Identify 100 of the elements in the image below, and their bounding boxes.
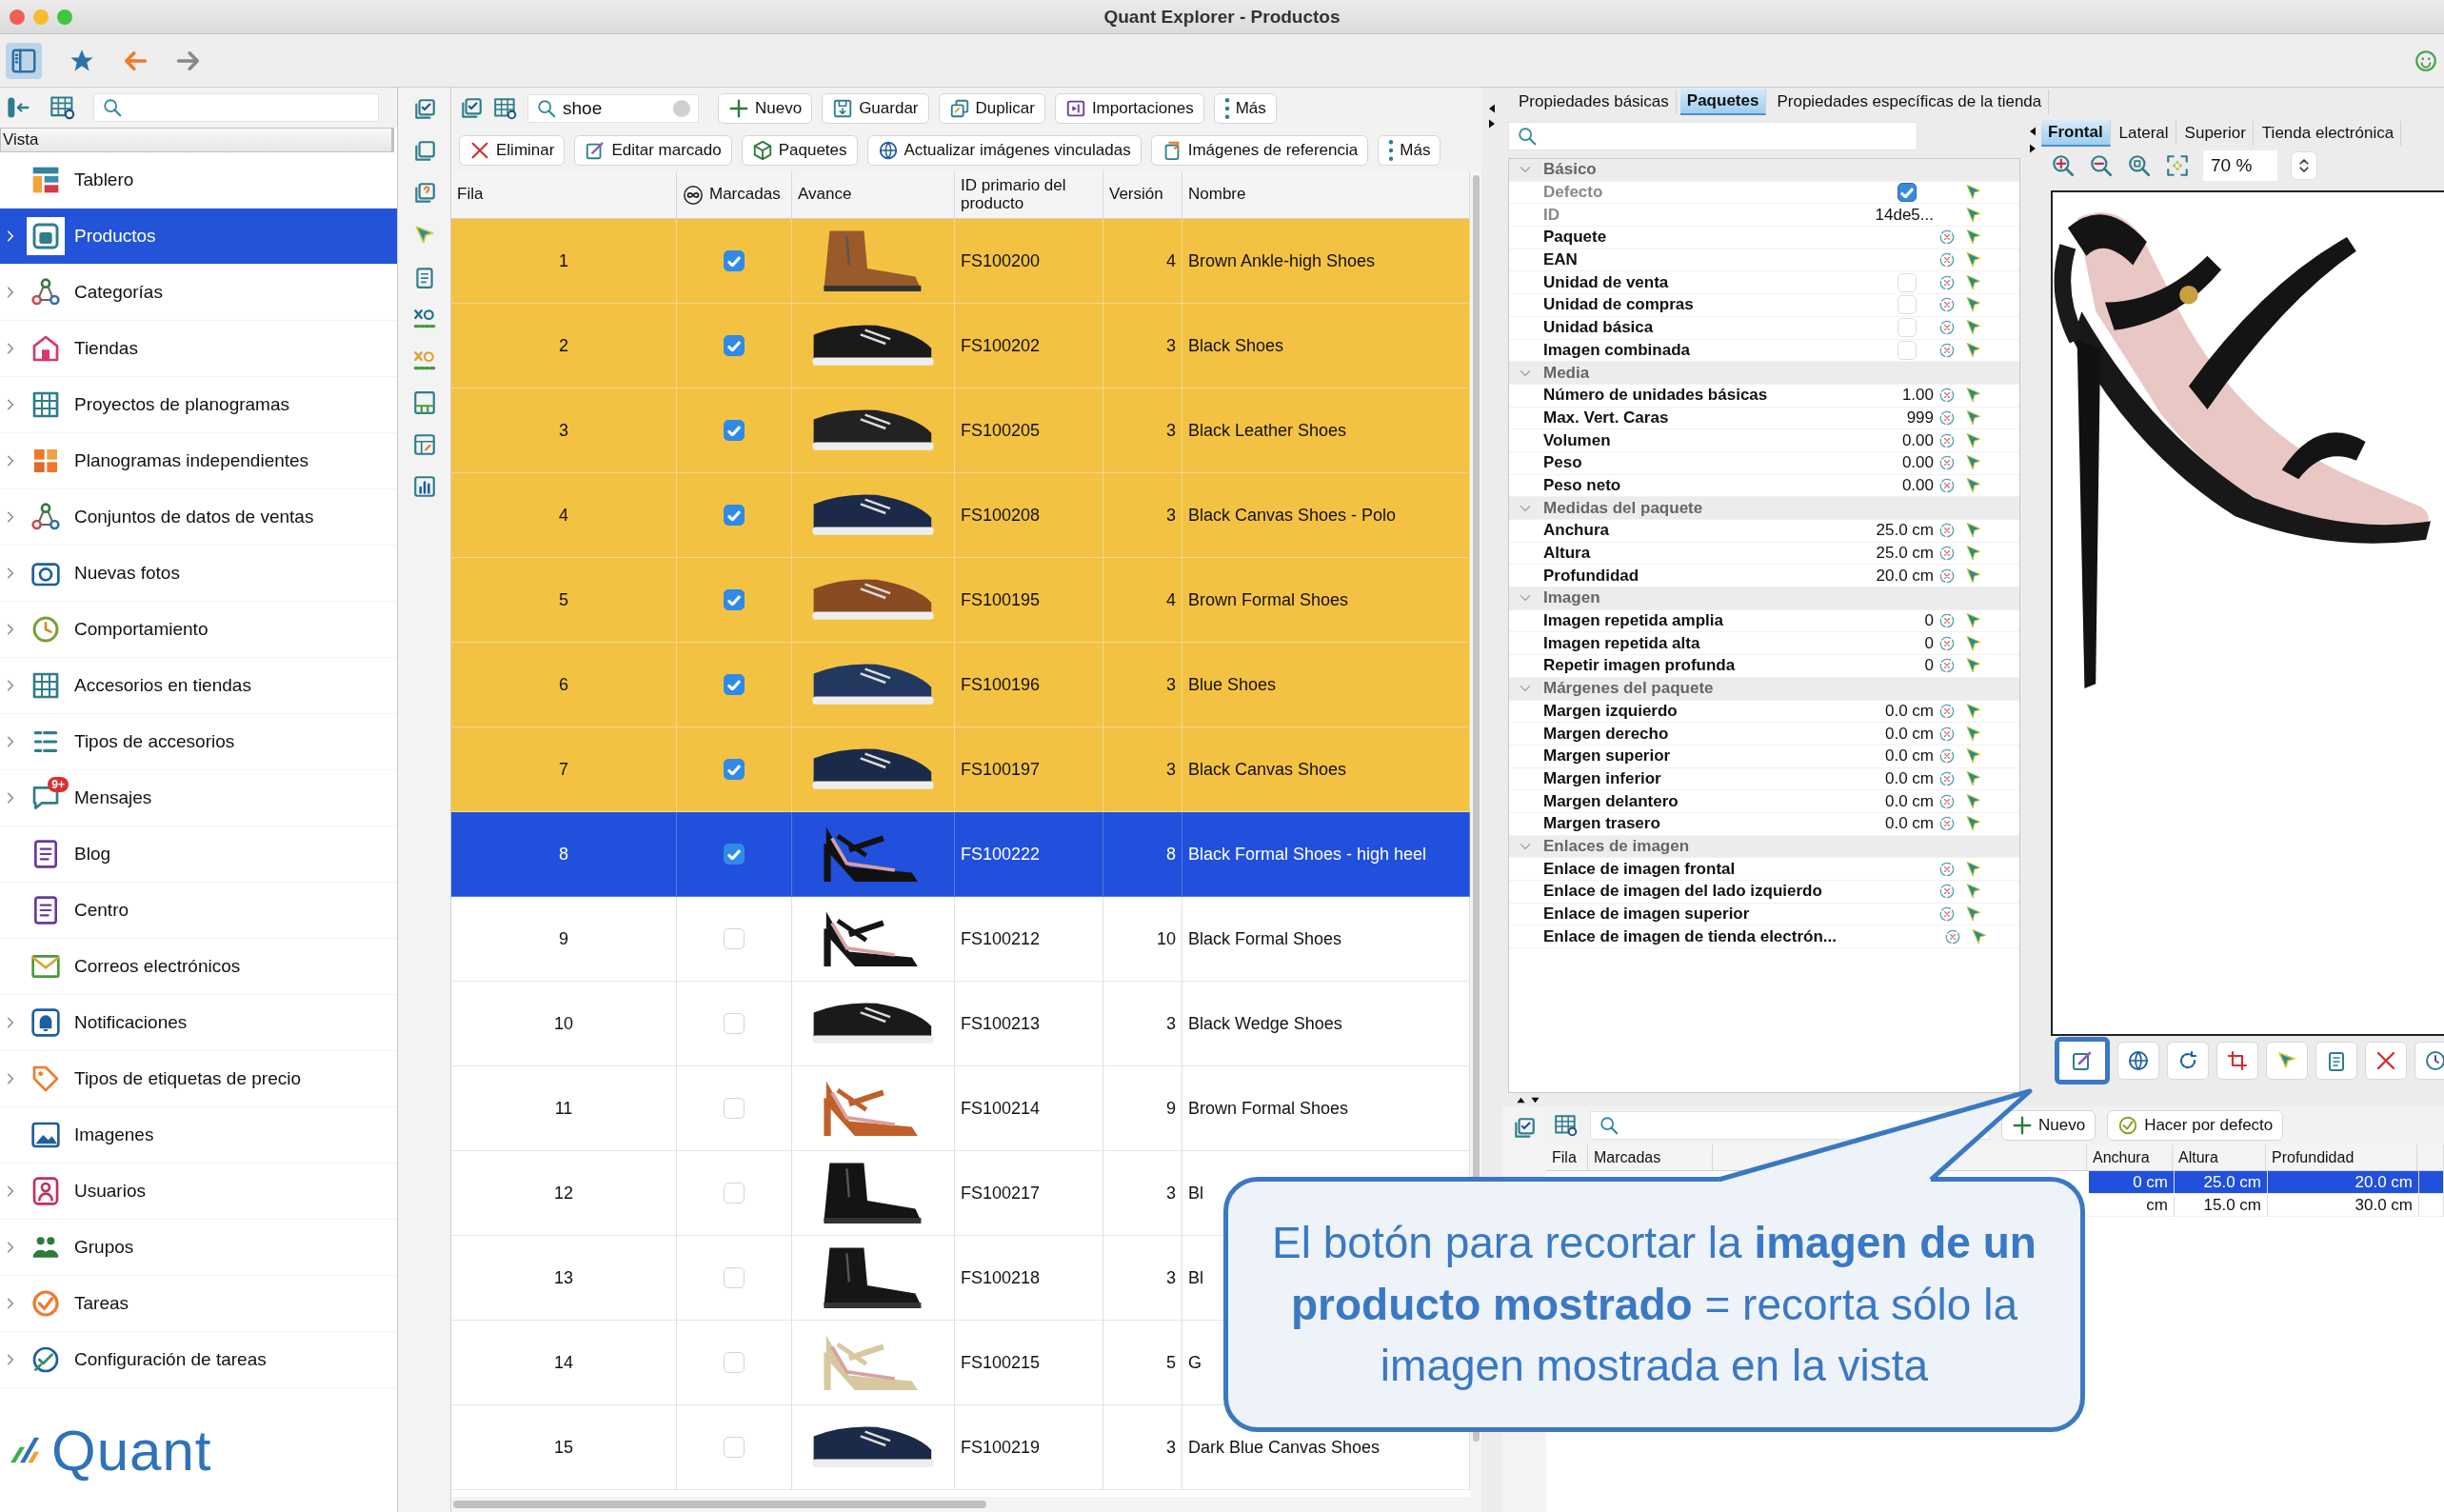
table-row[interactable]: 0 cm 25.0 cm 20.0 cm	[2089, 1171, 2444, 1194]
pointer-icon[interactable]	[1964, 475, 1983, 495]
tab[interactable]: Tienda electrónica	[2255, 121, 2402, 146]
toolbar-button[interactable]: Eliminar	[459, 135, 566, 166]
checkbox[interactable]	[724, 844, 745, 865]
table-settings-icon[interactable]	[1554, 1113, 1579, 1138]
marked-filter-icon[interactable]	[683, 184, 704, 206]
sidebar-item[interactable]: Centro	[0, 883, 397, 939]
toolbar-button[interactable]: Nuevo	[718, 93, 813, 124]
search-field[interactable]: shoe	[527, 94, 699, 123]
sidebar-item[interactable]: Grupos	[0, 1220, 397, 1276]
pointer-icon[interactable]	[1964, 791, 1983, 811]
sidebar-item[interactable]: Configuración de tareas	[0, 1332, 397, 1388]
pointer-icon[interactable]	[1964, 768, 1983, 788]
tab[interactable]: Paquetes	[1679, 89, 1767, 115]
tab[interactable]: Frontal	[2041, 120, 2111, 147]
sidebar-item[interactable]: Tiendas	[0, 321, 397, 377]
sidebar-item[interactable]: Nuevas fotos	[0, 546, 397, 602]
column-header[interactable]: Fila	[451, 171, 677, 219]
checkbox[interactable]	[724, 505, 745, 526]
sidebar-item[interactable]: Tareas	[0, 1276, 397, 1332]
pointer-icon[interactable]	[1964, 340, 1983, 360]
sidebar-item[interactable]: Blog	[0, 826, 397, 883]
column-header[interactable]: Versión	[1103, 171, 1182, 219]
pointer-icon[interactable]	[1964, 205, 1983, 225]
toolbar-button[interactable]: Más	[1213, 93, 1277, 124]
checkbox[interactable]	[724, 335, 745, 356]
image-tool-button[interactable]	[2055, 1037, 2110, 1084]
toolbar-button[interactable]: Guardar	[822, 93, 929, 124]
zoom-reset-icon[interactable]	[2127, 153, 2152, 178]
column-header[interactable]: Marcadas	[1588, 1144, 1713, 1170]
sidebar-toggle-button[interactable]	[6, 42, 42, 79]
pointer-icon[interactable]	[1964, 566, 1983, 586]
checkbox[interactable]	[724, 759, 745, 780]
toolbar-button[interactable]: Actualizar imágenes vinculadas	[866, 135, 1142, 166]
pointer-icon[interactable]	[1964, 633, 1983, 653]
toolbar-button[interactable]: Hacer por defecto	[2107, 1110, 2284, 1141]
smiley-icon[interactable]	[2414, 48, 2438, 73]
zoom-button[interactable]	[57, 9, 72, 25]
column-header[interactable]: Avance	[792, 171, 955, 219]
sidebar-item[interactable]: Notificaciones	[0, 995, 397, 1051]
fit-icon[interactable]	[2165, 153, 2190, 178]
table-row[interactable]: cm 15.0 cm 30.0 cm	[2089, 1194, 2444, 1217]
column-header[interactable]: Fila	[1546, 1144, 1588, 1170]
table-settings-icon[interactable]	[50, 94, 76, 121]
toolbar-button[interactable]: Nuevo	[2001, 1110, 2096, 1141]
column-header[interactable]: Anchura	[2087, 1144, 2173, 1170]
checkbox[interactable]	[724, 674, 745, 695]
sidebar-item[interactable]: Usuarios	[0, 1164, 397, 1220]
column-header[interactable]: Vista	[0, 128, 394, 152]
checkbox[interactable]	[724, 420, 745, 441]
sidebar-item[interactable]: Planogramas independientes	[0, 433, 397, 489]
sidebar-item[interactable]: Conjuntos de datos de ventas	[0, 489, 397, 546]
close-button[interactable]	[10, 9, 25, 25]
tab[interactable]: Lateral	[2112, 121, 2176, 146]
pointer-icon[interactable]	[1964, 859, 1983, 879]
tab[interactable]: Propiedades básicas	[1512, 90, 1677, 114]
pointer-icon[interactable]	[1964, 408, 1983, 428]
sidebar-item[interactable]: Comportamiento	[0, 602, 397, 658]
toolbar-button[interactable]: Más	[1378, 135, 1441, 166]
toolbar-button[interactable]: Importaciones	[1054, 93, 1204, 124]
tab[interactable]: Propiedades específicas de la tienda	[1770, 90, 2050, 114]
checklist-icon[interactable]	[1512, 1116, 1537, 1141]
pointer-icon[interactable]	[1964, 724, 1983, 744]
column-header[interactable]: Altura	[2173, 1144, 2266, 1170]
zoom-field[interactable]: 70 %	[2203, 150, 2277, 181]
pointer-icon[interactable]	[1964, 272, 1983, 292]
zoom-in-icon[interactable]	[2051, 153, 2076, 178]
toolbar-button[interactable]: Paquetes	[741, 135, 858, 166]
search-field[interactable]	[93, 93, 379, 122]
column-header[interactable]: ID primario del producto	[955, 171, 1103, 219]
column-header[interactable]: Profundidad	[2266, 1144, 2417, 1170]
checklist-icon[interactable]	[459, 96, 484, 121]
stepper-button[interactable]	[2291, 151, 2317, 180]
zoom-out-icon[interactable]	[2089, 153, 2114, 178]
sidebar-item[interactable]: 9+ Mensajes	[0, 770, 397, 826]
checkbox[interactable]	[724, 589, 745, 610]
sidebar-item[interactable]: Productos	[0, 209, 397, 265]
table-import-icon[interactable]	[411, 432, 437, 457]
toolbar-button[interactable]: Imágenes de referencia	[1150, 135, 1369, 166]
sidebar-item[interactable]: Correos electrónicos	[0, 939, 397, 995]
sidebar-item[interactable]: Proyectos de planogramas	[0, 377, 397, 433]
pointer-icon[interactable]	[1964, 701, 1983, 721]
pointer-icon[interactable]	[1964, 430, 1983, 450]
toolbar-button[interactable]: Editar marcado	[574, 135, 732, 166]
pointer-icon[interactable]	[1970, 926, 1989, 946]
scrollbar[interactable]	[453, 1501, 986, 1508]
table-settings-icon[interactable]	[493, 96, 518, 121]
bar-chart-icon[interactable]	[411, 474, 437, 499]
sidebar-item[interactable]: Imagenes	[0, 1107, 397, 1164]
sidebar-item[interactable]: Categorías	[0, 265, 397, 321]
spreadsheet-icon[interactable]	[411, 390, 437, 415]
sidebar-item[interactable]: Accesorios en tiendas	[0, 658, 397, 714]
toolbar-button[interactable]: Duplicar	[938, 93, 1045, 124]
column-header[interactable]: Nombre	[1182, 171, 1470, 219]
sidebar-item[interactable]: Tipos de etiquetas de precio	[0, 1051, 397, 1107]
tab[interactable]: Superior	[2177, 121, 2254, 146]
search-field[interactable]	[1508, 122, 1917, 150]
sidebar-item[interactable]: Tipos de accesorios	[0, 714, 397, 770]
checkbox[interactable]	[724, 250, 745, 271]
